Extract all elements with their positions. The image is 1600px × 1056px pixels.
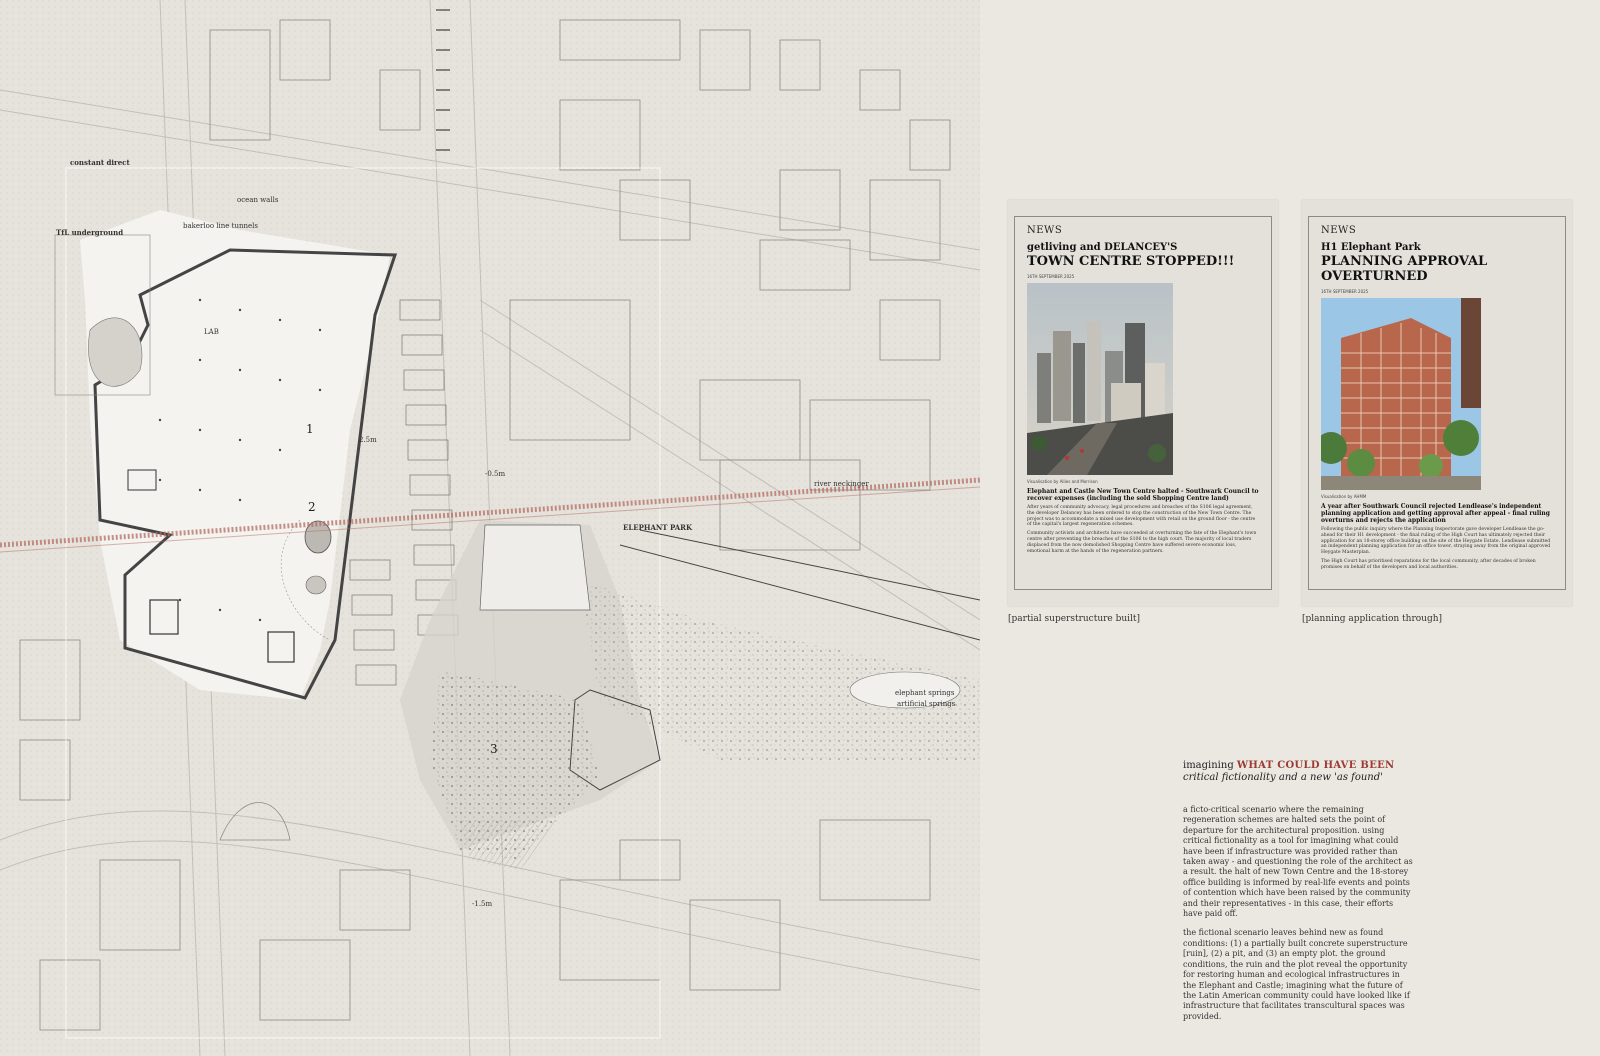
news-card-town-centre: NEWS getliving and DELANCEY'S TOWN CENTR…	[1008, 200, 1278, 606]
label-ocean-walls: ocean walls	[237, 196, 279, 204]
essay-title-lead: imagining	[1183, 760, 1237, 771]
zone-number-2: 2	[308, 500, 316, 514]
news-image-credit: Visualisation by AHMM	[1321, 494, 1367, 499]
essay-paragraph-1: a ficto-critical scenario where the rema…	[1183, 805, 1413, 919]
news-headline: TOWN CENTRE STOPPED!!!	[1027, 254, 1235, 269]
essay-title-highlight: WHAT COULD HAVE BEEN	[1236, 760, 1395, 771]
label-river: river neckinger	[814, 480, 869, 488]
label-lab: LAB	[204, 328, 219, 336]
essay-paragraph-2: the fictional scenario leaves behind new…	[1183, 928, 1410, 1021]
news-deck: A year after Southwark Council rejected …	[1321, 503, 1550, 524]
zone-number-3: 3	[490, 742, 498, 756]
news-date: 16TH SEPTEMBER 2025	[1321, 289, 1369, 294]
office-rendering	[1321, 298, 1481, 490]
news-image-credit: Visualisation by Allies and Morrison	[1027, 479, 1098, 484]
news-photo-office	[1321, 298, 1481, 490]
label-level-a: 2.5m	[359, 436, 377, 444]
news-kicker: NEWS	[1321, 225, 1357, 236]
news-deck: Elephant and Castle New Town Centre halt…	[1027, 488, 1259, 502]
news-card-frame: NEWS getliving and DELANCEY'S TOWN CENTR…	[1014, 216, 1272, 590]
label-level-b: -0.5m	[485, 470, 506, 478]
news-paragraph-2: The High Court has prioritised reparatio…	[1321, 558, 1536, 570]
label-elephant-park: ELEPHANT PARK	[623, 523, 693, 532]
caption-partial-superstructure: [partial superstructure built]	[1008, 614, 1141, 624]
towers-rendering	[1027, 283, 1173, 475]
news-card-frame: NEWS H1 Elephant Park PLANNING APPROVAL …	[1308, 216, 1566, 590]
news-date: 16TH SEPTEMBER 2025	[1027, 274, 1075, 279]
essay-subtitle: critical fictionality and a new 'as foun…	[1183, 772, 1383, 783]
label-level-c: -1.5m	[472, 900, 493, 908]
news-paragraph-1: After years of community advocacy, legal…	[1027, 505, 1256, 528]
site-plan-drawing	[0, 0, 980, 1056]
label-constant-direct: constant direct	[70, 158, 130, 167]
caption-planning-application: [planning application through]	[1302, 614, 1443, 624]
news-subhead: getliving and DELANCEY'S	[1027, 242, 1178, 253]
news-photo-towers	[1027, 283, 1173, 475]
news-card-h1-elephant-park: NEWS H1 Elephant Park PLANNING APPROVAL …	[1302, 200, 1572, 606]
news-subhead: H1 Elephant Park	[1321, 242, 1421, 253]
essay-title: imagining WHAT COULD HAVE BEEN	[1183, 760, 1413, 771]
label-bakerloo: bakerloo line tunnels	[183, 222, 258, 230]
news-paragraph-2: Community activists and architects have …	[1027, 531, 1257, 554]
label-tfl-underground: TfL underground	[56, 228, 124, 237]
label-artificial-springs: artificial springs	[897, 700, 956, 708]
news-paragraph-1: Following the public inquiry where the P…	[1321, 527, 1551, 556]
label-elephant-springs: elephant springs	[895, 689, 955, 697]
zone-number-1: 1	[306, 422, 314, 436]
news-kicker: NEWS	[1027, 225, 1063, 236]
site-plan-map: constant direct TfL underground bakerloo…	[0, 0, 980, 1056]
news-headline: PLANNING APPROVAL OVERTURNED	[1321, 254, 1488, 284]
essay-block: imagining WHAT COULD HAVE BEEN critical …	[1183, 760, 1413, 1022]
